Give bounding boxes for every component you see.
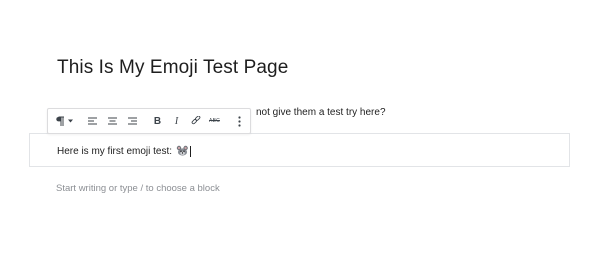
bold-icon: B	[153, 115, 162, 127]
block-type-button[interactable]	[48, 109, 79, 133]
paragraph-content[interactable]: Here is my first emoji test:	[57, 145, 192, 157]
mouse-emoji-icon	[176, 145, 189, 157]
more-options-button[interactable]	[227, 109, 251, 133]
paragraph-icon	[55, 116, 65, 127]
more-vertical-icon	[237, 115, 241, 127]
italic-button[interactable]: I	[167, 109, 186, 133]
align-left-icon	[87, 117, 97, 125]
link-icon	[191, 116, 201, 126]
format-group: B I ABC	[145, 109, 227, 133]
align-center-icon	[107, 117, 117, 125]
editor-canvas: This Is My Emoji Test Page not give them…	[0, 0, 600, 257]
bold-button[interactable]: B	[148, 109, 167, 133]
align-right-icon	[127, 117, 137, 125]
strikethrough-icon: ABC	[209, 118, 220, 124]
align-right-button[interactable]	[122, 109, 142, 133]
selected-paragraph-block[interactable]: Here is my first emoji test:	[29, 133, 570, 167]
strikethrough-button[interactable]: ABC	[205, 109, 224, 133]
block-toolbar: B I ABC	[47, 108, 251, 134]
italic-icon: I	[174, 115, 179, 127]
more-group	[227, 109, 251, 133]
alignment-group	[79, 109, 145, 133]
paragraph-text: Here is my first emoji test:	[57, 145, 173, 157]
align-left-button[interactable]	[82, 109, 102, 133]
previous-paragraph[interactable]: not give them a test try here?	[256, 107, 386, 118]
link-button[interactable]	[186, 109, 205, 133]
text-caret	[190, 145, 192, 157]
post-title[interactable]: This Is My Emoji Test Page	[57, 57, 288, 79]
block-type-group	[48, 109, 79, 133]
block-appender-placeholder[interactable]: Start writing or type / to choose a bloc…	[56, 183, 220, 194]
align-center-button[interactable]	[102, 109, 122, 133]
chevron-down-icon	[67, 119, 73, 123]
